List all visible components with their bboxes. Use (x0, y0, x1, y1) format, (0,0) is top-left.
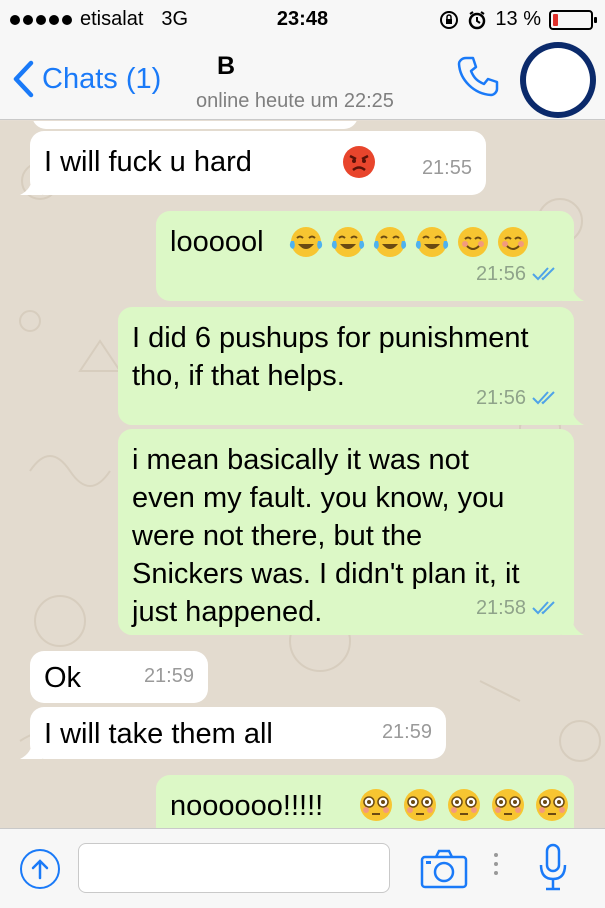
flushed-face-emoji (360, 789, 392, 821)
message-time: 21:55 (421, 157, 472, 179)
message-text: I will fuck u hard (44, 146, 252, 178)
angry-face-emoji (343, 146, 375, 178)
camera-icon[interactable] (420, 849, 468, 889)
chat-area[interactable]: I will fuck u hard 21:55 loooool 21:56 I… (0, 121, 605, 828)
message-time: 21:56 (476, 255, 560, 293)
smiling-face-emoji (498, 227, 528, 257)
battery-level-fill (553, 13, 558, 26)
back-button[interactable]: Chats (1) (12, 60, 161, 98)
message-bubble-outgoing[interactable]: I did 6 pushups for punishment tho, if t… (118, 307, 584, 425)
message-text: loooool (170, 226, 264, 258)
emoji-row (288, 225, 530, 259)
message-text: Ok (44, 662, 82, 694)
double-check-icon (532, 601, 555, 615)
status-bar: etisalat 3G 23:48 13 % (0, 0, 605, 40)
contact-status: online heute um 22:25 (196, 90, 394, 112)
message-input[interactable] (78, 843, 390, 893)
message-bubble-outgoing[interactable]: noooooo!!!!! (156, 775, 574, 828)
tears-of-joy-emoji (331, 227, 365, 257)
phone-icon[interactable] (456, 54, 500, 98)
emoji-row (358, 787, 570, 823)
message-time: 21:56 (476, 379, 560, 417)
upload-arrow-icon (31, 859, 49, 880)
message-text: i mean basically it was not even my faul… (132, 444, 520, 628)
avatar[interactable] (520, 42, 596, 118)
tears-of-joy-emoji (415, 227, 449, 257)
message-bubble-outgoing[interactable]: i mean basically it was not even my faul… (118, 429, 584, 635)
back-chevron-icon (13, 60, 34, 98)
battery-icon (549, 9, 597, 30)
message-time: 21:59 (381, 721, 432, 743)
status-right: 13 % (439, 8, 597, 31)
message-text: I will take them all (44, 718, 273, 750)
more-options-icon[interactable] (494, 853, 498, 875)
battery-percent: 13 % (495, 8, 541, 30)
tears-of-joy-emoji (289, 227, 323, 257)
contact-name[interactable]: B (217, 52, 235, 81)
flushed-face-emoji (536, 789, 568, 821)
microphone-icon[interactable] (538, 843, 568, 893)
message-time: 21:58 (476, 589, 560, 627)
double-check-icon (532, 391, 555, 405)
message-input-bar (0, 828, 605, 908)
chat-header: Chats (1) B online heute um 22:25 (0, 40, 605, 120)
rotation-lock-icon (440, 10, 459, 29)
flushed-face-emoji (448, 789, 480, 821)
flushed-face-emoji (492, 789, 524, 821)
smiling-face-emoji (458, 227, 488, 257)
message-bubble-incoming[interactable]: I will fuck u hard 21:55 (20, 131, 486, 195)
message-bubble-incoming[interactable]: I will take them all 21:59 (20, 707, 446, 759)
tears-of-joy-emoji (373, 227, 407, 257)
message-bubble-partial (32, 121, 358, 129)
message-time: 21:59 (143, 665, 194, 687)
alarm-icon (469, 10, 486, 29)
flushed-face-emoji (404, 789, 436, 821)
message-text: noooooo!!!!! (170, 790, 324, 822)
upload-button[interactable] (20, 849, 60, 889)
back-label: Chats (1) (42, 62, 162, 95)
message-bubble-incoming[interactable]: Ok 21:59 (30, 651, 208, 703)
message-bubble-outgoing[interactable]: loooool 21:56 (156, 211, 584, 301)
avatar-image (526, 48, 590, 112)
message-text: I did 6 pushups for punishment tho, if t… (132, 322, 529, 392)
double-check-icon (532, 267, 555, 281)
